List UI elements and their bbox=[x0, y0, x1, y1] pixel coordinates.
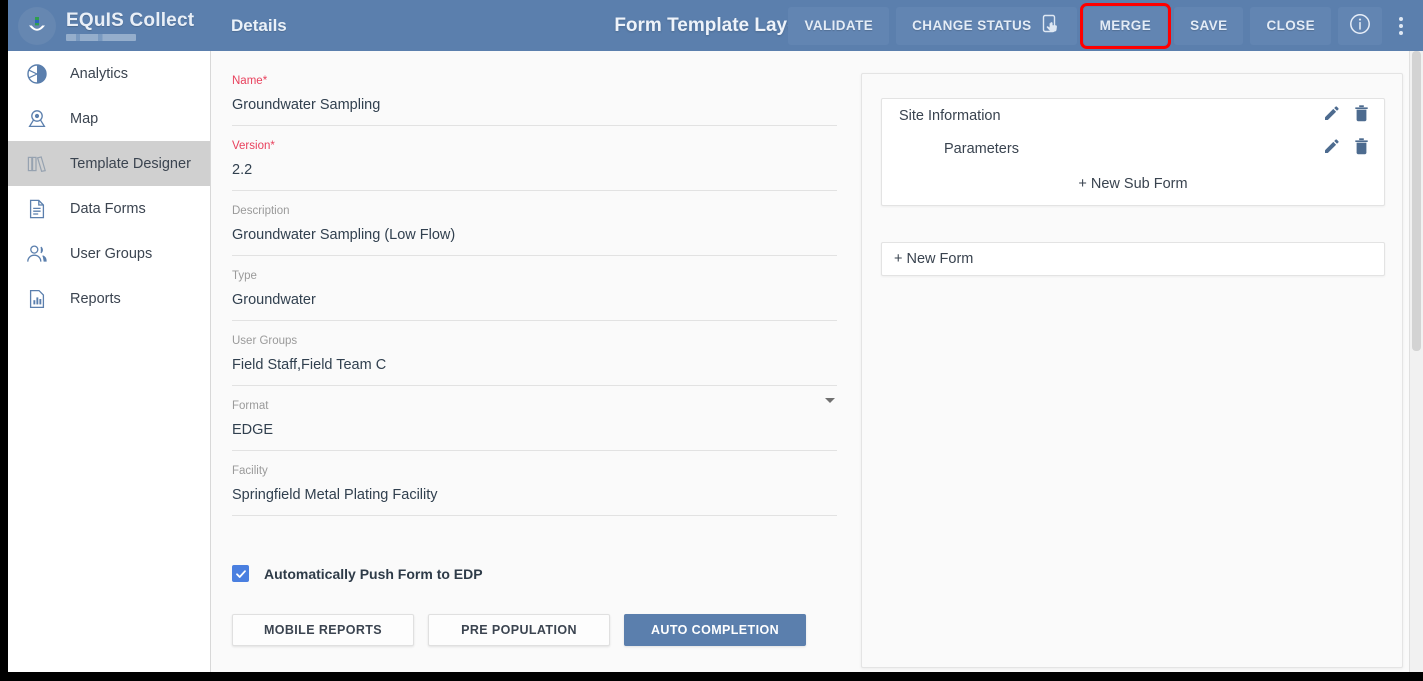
validate-button[interactable]: VALIDATE bbox=[788, 6, 890, 45]
subform-name: Parameters bbox=[944, 140, 1019, 157]
pencil-icon[interactable] bbox=[1323, 104, 1341, 127]
facility-field-value[interactable]: Springfield Metal Plating Facility bbox=[232, 478, 837, 516]
form-tree-panel: Site Information Parameters + New Sub Fo… bbox=[861, 73, 1403, 668]
merge-button-label: MERGE bbox=[1099, 18, 1152, 33]
books-icon bbox=[20, 152, 54, 176]
kebab-menu-icon[interactable] bbox=[1388, 7, 1414, 45]
sidebar-item-user-groups[interactable]: User Groups bbox=[8, 231, 210, 276]
validate-button-label: VALIDATE bbox=[804, 18, 874, 33]
row-actions bbox=[1323, 137, 1370, 160]
info-button[interactable] bbox=[1338, 6, 1382, 45]
type-field-value[interactable]: Groundwater bbox=[232, 283, 837, 321]
form-action-buttons: MOBILE REPORTS PRE POPULATION AUTO COMPL… bbox=[232, 614, 837, 646]
brand-title: EQuIS Collect bbox=[66, 9, 195, 31]
application-window: Form Template Layout EQuIS Collect Detai… bbox=[8, 0, 1423, 672]
sidebar-item-reports[interactable]: Reports bbox=[8, 276, 210, 321]
brand-text: EQuIS Collect bbox=[66, 9, 195, 41]
save-button-label: SAVE bbox=[1190, 18, 1228, 33]
pre-population-button-label: PRE POPULATION bbox=[461, 623, 577, 637]
sidebar-item-map[interactable]: Map bbox=[8, 96, 210, 141]
merge-button[interactable]: MERGE bbox=[1079, 2, 1172, 49]
description-field[interactable]: Description Groundwater Sampling (Low Fl… bbox=[232, 191, 837, 256]
mobile-reports-button[interactable]: MOBILE REPORTS bbox=[232, 614, 414, 646]
format-select-value[interactable]: EDGE bbox=[232, 413, 837, 451]
required-marker: * bbox=[262, 75, 268, 87]
pencil-icon[interactable] bbox=[1323, 137, 1341, 160]
equis-anchor-logo-icon bbox=[18, 6, 56, 45]
brand-zone: EQuIS Collect bbox=[8, 0, 211, 51]
auto-push-edp-label: Automatically Push Form to EDP bbox=[264, 565, 483, 582]
pie-chart-icon bbox=[20, 62, 54, 86]
kebab-dot bbox=[1399, 30, 1403, 35]
format-select-label: Format bbox=[232, 400, 269, 412]
brand-subtitle-redacted bbox=[66, 33, 136, 41]
facility-field[interactable]: Facility Springfield Metal Plating Facil… bbox=[232, 451, 837, 516]
user-groups-field-value[interactable]: Field Staff,Field Team C bbox=[232, 348, 837, 386]
user-groups-field-label: User Groups bbox=[232, 335, 298, 347]
description-field-label: Description bbox=[232, 205, 290, 217]
add-sub-form-button[interactable]: + New Sub Form bbox=[882, 165, 1384, 205]
sidebar-item-label: Data Forms bbox=[70, 200, 146, 217]
template-details-form: Name* Groundwater Sampling Version* 2.2 … bbox=[232, 61, 837, 646]
close-button[interactable]: CLOSE bbox=[1250, 6, 1331, 45]
sidebar-item-label: Template Designer bbox=[70, 155, 191, 172]
kebab-dot bbox=[1399, 23, 1403, 28]
sidebar-item-label: Map bbox=[70, 110, 99, 127]
trash-icon[interactable] bbox=[1353, 137, 1370, 160]
user-groups-field[interactable]: User Groups Field Staff,Field Team C bbox=[232, 321, 837, 386]
chevron-down-icon[interactable] bbox=[825, 398, 835, 403]
facility-field-label: Facility bbox=[232, 465, 268, 477]
sidebar-item-label: Analytics bbox=[70, 65, 129, 82]
header-actions: VALIDATE CHANGE STATUS MERGE SAVE CLOSE bbox=[781, 2, 1423, 49]
close-button-label: CLOSE bbox=[1266, 18, 1315, 33]
map-pin-icon bbox=[20, 107, 54, 131]
info-circle-icon bbox=[1348, 12, 1372, 39]
sidebar-item-label: User Groups bbox=[70, 245, 153, 262]
tap-device-icon bbox=[1041, 14, 1061, 38]
form-name: Site Information bbox=[899, 107, 1001, 124]
version-field[interactable]: Version* 2.2 bbox=[232, 126, 837, 191]
name-field-value[interactable]: Groundwater Sampling bbox=[232, 88, 837, 126]
required-marker: * bbox=[270, 140, 275, 152]
version-field-value[interactable]: 2.2 bbox=[232, 153, 837, 191]
name-field-label: Name* bbox=[232, 75, 268, 87]
section-label: Details bbox=[231, 15, 287, 35]
vertical-scrollbar[interactable] bbox=[1409, 51, 1423, 672]
scrollbar-thumb[interactable] bbox=[1412, 51, 1421, 351]
auto-completion-button-label: AUTO COMPLETION bbox=[651, 623, 779, 637]
mobile-reports-button-label: MOBILE REPORTS bbox=[263, 623, 383, 637]
type-field-label: Type bbox=[232, 270, 257, 282]
users-icon bbox=[20, 242, 54, 266]
tree-row[interactable]: Site Information bbox=[882, 99, 1384, 132]
format-select[interactable]: Format EDGE bbox=[232, 386, 837, 451]
checkbox-checked-icon[interactable] bbox=[232, 565, 249, 582]
description-field-value[interactable]: Groundwater Sampling (Low Flow) bbox=[232, 218, 837, 256]
name-field[interactable]: Name* Groundwater Sampling bbox=[232, 61, 837, 126]
sidebar-item-analytics[interactable]: Analytics bbox=[8, 51, 210, 96]
add-form-button[interactable]: + New Form bbox=[881, 242, 1385, 276]
auto-completion-button[interactable]: AUTO COMPLETION bbox=[624, 614, 806, 646]
main-content: Name* Groundwater Sampling Version* 2.2 … bbox=[212, 51, 1423, 672]
tree-row[interactable]: Parameters bbox=[882, 132, 1384, 165]
kebab-dot bbox=[1399, 16, 1403, 21]
document-icon bbox=[20, 197, 54, 221]
sidebar-item-data-forms[interactable]: Data Forms bbox=[8, 186, 210, 231]
add-form-label: + New Form bbox=[894, 251, 974, 267]
save-button[interactable]: SAVE bbox=[1174, 6, 1244, 45]
sidebar-item-label: Reports bbox=[70, 290, 121, 307]
pre-population-button[interactable]: PRE POPULATION bbox=[428, 614, 610, 646]
trash-icon[interactable] bbox=[1353, 104, 1370, 127]
row-actions bbox=[1323, 104, 1370, 127]
auto-push-edp-checkbox[interactable]: Automatically Push Form to EDP bbox=[232, 565, 837, 582]
version-field-label: Version* bbox=[232, 140, 275, 152]
change-status-button-label: CHANGE STATUS bbox=[912, 18, 1032, 33]
type-field[interactable]: Type Groundwater bbox=[232, 256, 837, 321]
change-status-button[interactable]: CHANGE STATUS bbox=[896, 6, 1077, 45]
bar-chart-document-icon bbox=[20, 287, 54, 311]
app-header: Form Template Layout EQuIS Collect Detai… bbox=[8, 0, 1423, 51]
sidebar-item-template-designer[interactable]: Template Designer bbox=[8, 141, 210, 186]
form-card-site-information: Site Information Parameters + New Sub Fo… bbox=[881, 98, 1385, 206]
sidebar-navigation: Analytics Map Template Designer Data For… bbox=[8, 51, 211, 672]
